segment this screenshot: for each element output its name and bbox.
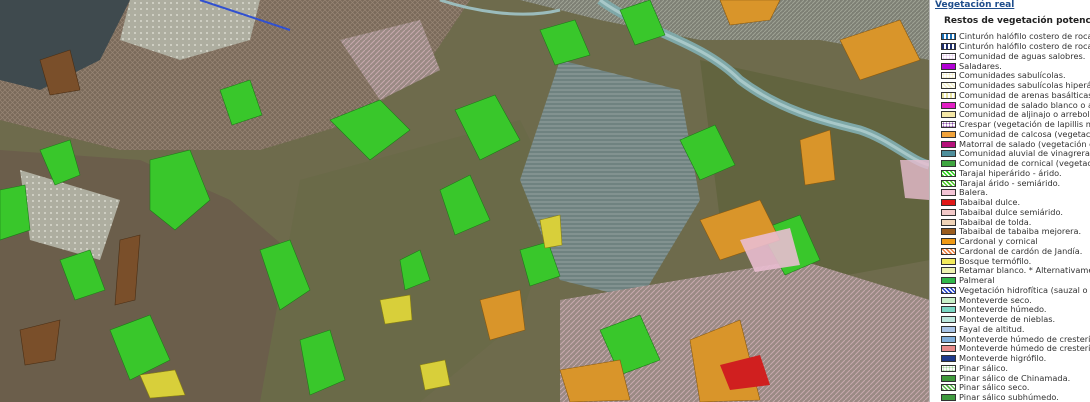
- legend-label: Monteverde seco.: [959, 294, 1032, 305]
- legend-list: Cinturón halófilo costero de roca ár Cint…: [941, 32, 1090, 402]
- legend-swatch: [941, 82, 956, 90]
- legend-swatch: [941, 179, 956, 187]
- legend-label: Comunidad de arenas basálticas ed: [959, 89, 1090, 100]
- legend-label: Pinar sálico seco.: [959, 382, 1030, 393]
- legend-swatch: [941, 335, 956, 343]
- legend-label: Comunidad de calcosa (vegetación: [959, 128, 1090, 139]
- legend-swatch: [941, 43, 956, 51]
- legend-title-link[interactable]: Vegetación real: [935, 0, 1014, 10]
- legend-item: Fayal de altitud.: [941, 323, 1090, 335]
- legend-swatch: [941, 306, 956, 314]
- legend-swatch: [941, 247, 956, 255]
- legend-label: Cinturón halófilo costero de roca ár: [959, 31, 1090, 42]
- legend-swatch: [941, 277, 956, 285]
- legend-swatch: [941, 199, 956, 207]
- legend-swatch: [941, 384, 956, 392]
- legend-label: Comunidad de aguas salobres.: [959, 50, 1086, 61]
- legend-swatch: [941, 257, 956, 265]
- legend-panel: Vegetación real Restos de vegetación pot…: [929, 0, 1090, 402]
- legend-swatch: [941, 121, 956, 129]
- legend-swatch: [941, 91, 956, 99]
- legend-label: Pinar sálico subhúmedo.: [959, 392, 1059, 402]
- legend-item: Tarajal hiperárido - árido.: [941, 167, 1090, 179]
- legend-swatch: [941, 355, 956, 363]
- legend-label: Fayal de altitud.: [959, 323, 1025, 334]
- legend-swatch: [941, 325, 956, 333]
- legend-label: Tarajal árido - semiárido.: [959, 177, 1061, 188]
- legend-label: Comunidad de cornical (vegetación: [959, 158, 1090, 169]
- legend-label: Comunidad de aljinajo o arrebol y t: [959, 109, 1090, 120]
- legend-swatch: [941, 189, 956, 197]
- legend-swatch: [941, 140, 956, 148]
- legend-label: Saladares.: [959, 60, 1002, 71]
- legend-swatch: [941, 130, 956, 138]
- legend-label: Tabaibal de tolda.: [959, 216, 1032, 227]
- legend-label: Matorral de salado (vegetación de a: [959, 138, 1090, 149]
- legend-swatch: [941, 52, 956, 60]
- legend-swatch: [941, 111, 956, 119]
- legend-swatch: [941, 218, 956, 226]
- legend-swatch: [941, 238, 956, 246]
- legend-label: Cardonal y cornical: [959, 236, 1038, 247]
- legend-swatch: [941, 101, 956, 109]
- legend-swatch: [941, 364, 956, 372]
- legend-item: Pinar sálico subhúmedo.: [941, 393, 1090, 402]
- legend-swatch: [941, 286, 956, 294]
- legend-item: Pinar sálico.: [941, 362, 1090, 374]
- legend-label: Pinar sálico de Chinamada.: [959, 372, 1071, 383]
- legend-item: Comunidad de arenas basálticas ed: [941, 89, 1090, 101]
- legend-swatch: [941, 169, 956, 177]
- legend-item: Comunidad de aguas salobres.: [941, 50, 1090, 62]
- legend-swatch: [941, 72, 956, 80]
- map-view[interactable]: [0, 0, 929, 402]
- legend-label: Comunidad de salado blanco o ahul: [959, 99, 1090, 110]
- legend-swatch: [941, 160, 956, 168]
- legend-item: Tabaibal dulce semiárido.: [941, 206, 1090, 218]
- legend-swatch: [941, 267, 956, 275]
- legend-item: Cardonal de cardón de Jandía.: [941, 245, 1090, 257]
- legend-label: Tabaibal dulce semiárido.: [959, 206, 1063, 217]
- legend-label: Vegetación hidrofítica (sauzal o jun: [959, 284, 1090, 295]
- legend-label: Monteverde húmedo de crestería co: [959, 343, 1090, 354]
- legend-label: Comunidades sabulícolas.: [959, 70, 1066, 81]
- legend-swatch: [941, 394, 956, 402]
- legend-item: Vegetación hidrofítica (sauzal o jun: [941, 284, 1090, 296]
- legend-swatch: [941, 208, 956, 216]
- legend-swatch: [941, 374, 956, 382]
- legend-label: Retamar blanco. * Alternativamente: [959, 265, 1090, 276]
- legend-label: Comunidad aluvial de vinagrera (ve: [959, 148, 1090, 159]
- legend-label: Pinar sálico.: [959, 362, 1009, 373]
- legend-label: Tabaibal dulce.: [959, 197, 1021, 208]
- legend-swatch: [941, 316, 956, 324]
- legend-label: Monteverde higrófilo.: [959, 353, 1047, 364]
- legend-label: Tabaibal de tabaiba mejorera.: [959, 226, 1082, 237]
- legend-label: Cinturón halófilo costero de roca se: [959, 41, 1090, 52]
- legend-label: Monteverde húmedo de crestería co: [959, 333, 1090, 344]
- legend-swatch: [941, 296, 956, 304]
- legend-item: Comunidad de calcosa (vegetación: [941, 128, 1090, 140]
- legend-swatch: [941, 33, 956, 41]
- legend-label: Monteverde húmedo.: [959, 304, 1047, 315]
- legend-swatch: [941, 150, 956, 158]
- legend-swatch: [941, 228, 956, 236]
- legend-label: Balera.: [959, 187, 988, 198]
- legend-label: Palmeral: [959, 275, 995, 286]
- legend-section-title: Restos de vegetación potencial: [944, 16, 1090, 26]
- legend-swatch: [941, 62, 956, 70]
- legend-label: Cardonal de cardón de Jandía.: [959, 245, 1083, 256]
- map-canvas[interactable]: [0, 0, 929, 402]
- legend-label: Bosque termófilo.: [959, 255, 1032, 266]
- legend-label: Comunidades sabulícolas hiperárida: [959, 80, 1090, 91]
- legend-label: Monteverde de nieblas.: [959, 314, 1056, 325]
- legend-label: Tarajal hiperárido - árido.: [959, 167, 1062, 178]
- legend-swatch: [941, 345, 956, 353]
- legend-label: Crespar (vegetación de lapillis mes: [959, 119, 1090, 130]
